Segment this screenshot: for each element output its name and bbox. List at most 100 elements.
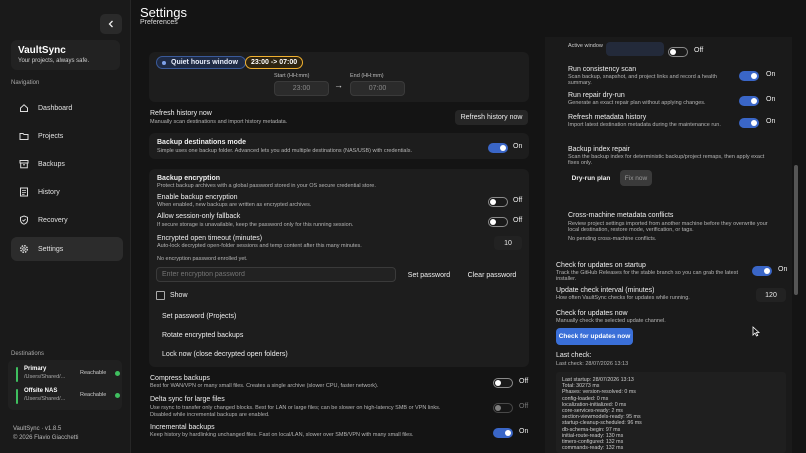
session-fallback-toggle[interactable] xyxy=(488,217,508,227)
version-info: VaultSync · v1.8.5 © 2026 Flavio Giacche… xyxy=(13,425,78,443)
quiet-hours-badge: 23:00 -> 07:00 xyxy=(245,56,304,69)
toggle-knob xyxy=(495,380,501,386)
gear-icon xyxy=(19,244,29,254)
destination-path: /Users/Shared/... xyxy=(24,374,66,380)
brand-card: VaultSync Your projects, always safe. xyxy=(11,40,120,70)
toggle-knob xyxy=(764,268,770,274)
compress-toggle[interactable] xyxy=(493,378,513,388)
arrow-right-icon: → xyxy=(334,80,343,90)
incremental-desc: Keep history by hardlinking unchanged fi… xyxy=(150,432,414,438)
destinations-list: Primary /Users/Shared/... Reachable Offs… xyxy=(8,360,122,410)
last-check-label: Last check: xyxy=(556,352,592,359)
timeout-input[interactable]: 10 xyxy=(494,236,522,250)
update-interval-desc: How often VaultSync checks for updates w… xyxy=(556,295,690,301)
copyright-text: © 2026 Flavio Giacchetti xyxy=(13,435,79,441)
encryption-label: Backup encryption xyxy=(157,175,221,182)
collapse-sidebar-button[interactable] xyxy=(100,14,122,34)
updates-startup-state: On xyxy=(778,266,788,273)
dry-run-plan-button[interactable]: Dry-run plan xyxy=(568,170,614,186)
enable-encryption-label: Enable backup encryption xyxy=(157,194,238,201)
consistency-scan-desc-2: summary. xyxy=(568,80,592,86)
chip-dot xyxy=(162,61,166,65)
updates-startup-desc-2: installer. xyxy=(556,276,577,282)
incremental-label: Incremental backups xyxy=(150,424,215,431)
end-time-label: End (HH:mm) xyxy=(350,73,384,79)
clear-password-button[interactable]: Clear password xyxy=(463,268,521,282)
delta-sync-toggle[interactable] xyxy=(493,403,513,413)
active-window-state: Off xyxy=(694,47,704,54)
toggle-knob xyxy=(505,430,511,436)
archive-icon xyxy=(19,159,29,169)
updates-startup-desc: Track the GitHub Releases for the stable… xyxy=(556,270,739,276)
delta-sync-note: Disabled while incremental backups are e… xyxy=(150,412,270,418)
status-dot xyxy=(115,393,120,398)
destination-name: Primary xyxy=(24,366,47,372)
backup-mode-toggle[interactable] xyxy=(488,143,508,153)
show-password-checkbox[interactable] xyxy=(156,291,165,300)
sidebar-item-dashboard[interactable]: Dashboard xyxy=(11,96,123,120)
last-check-value: Last check: 28/07/2026 13:13 xyxy=(556,361,629,367)
enable-encryption-desc: When enabled, new backups are written as… xyxy=(157,202,312,208)
set-password-button[interactable]: Set password xyxy=(402,268,456,282)
check-updates-button[interactable]: Check for updates now xyxy=(556,328,633,345)
refresh-metadata-label: Refresh metadata history xyxy=(568,114,647,121)
sidebar-item-label: Recovery xyxy=(38,216,68,224)
refresh-metadata-toggle[interactable] xyxy=(739,118,759,128)
sidebar-item-label: History xyxy=(38,188,60,196)
consistency-scan-state: On xyxy=(766,71,776,78)
sidebar-item-label: Settings xyxy=(38,245,64,253)
quiet-hours-chip[interactable]: Quiet hours window xyxy=(156,56,246,69)
toggle-knob xyxy=(490,219,496,225)
end-time-input[interactable]: 07:00 xyxy=(350,81,405,96)
sidebar-item-recovery[interactable]: Recovery xyxy=(11,208,123,232)
app-name: VaultSync xyxy=(18,45,66,56)
destination-status: Reachable xyxy=(80,392,107,398)
session-fallback-desc: If secure storage is unavailable, keep t… xyxy=(157,222,354,228)
encryption-desc: Protect backup archives with a global pa… xyxy=(157,183,376,189)
refresh-metadata-state: On xyxy=(766,118,776,125)
compress-label: Compress backups xyxy=(150,375,210,382)
destination-path: /Users/Shared/... xyxy=(24,396,66,402)
delta-sync-label: Delta sync for large files xyxy=(150,396,225,403)
updates-startup-toggle[interactable] xyxy=(752,266,772,276)
right-scrollbar[interactable] xyxy=(794,165,798,295)
active-window-toggle[interactable] xyxy=(668,47,688,57)
sidebar-item-label: Projects xyxy=(38,132,64,140)
nav-section-label: Navigation xyxy=(11,80,40,86)
delta-sync-state: Off xyxy=(519,403,529,410)
sidebar-item-projects[interactable]: Projects xyxy=(11,124,123,148)
status-bar xyxy=(16,389,18,404)
update-interval-input[interactable]: 120 xyxy=(756,288,786,302)
app-tagline: Your projects, always safe. xyxy=(18,58,90,64)
conflicts-label: Cross-machine metadata conflicts xyxy=(568,212,674,219)
status-bar xyxy=(16,367,18,382)
fix-now-button[interactable]: Fix now xyxy=(620,170,652,186)
refresh-history-button[interactable]: Refresh history now xyxy=(455,110,528,125)
start-time-input[interactable]: 23:00 xyxy=(274,81,329,96)
start-time-label: Start (HH:mm) xyxy=(274,73,310,79)
destinations-label: Destinations xyxy=(11,351,45,357)
sidebar-item-settings[interactable]: Settings xyxy=(11,237,123,261)
sidebar-item-backups[interactable]: Backups xyxy=(11,152,123,176)
refresh-history-desc: Manually scan destinations and import hi… xyxy=(150,119,288,125)
sidebar-item-history[interactable]: History xyxy=(11,180,123,204)
destination-offsite-nas[interactable]: Offsite NAS /Users/Shared/... Reachable xyxy=(16,388,120,406)
lock-now-button[interactable]: Lock now (close decrypted open folders) xyxy=(157,347,293,361)
startup-log: Last startup: 28/07/2026 13:13 Total: 30… xyxy=(556,372,786,453)
encryption-password-input[interactable] xyxy=(156,267,396,282)
cursor-icon xyxy=(752,326,760,337)
rotate-encrypted-backups-button[interactable]: Rotate encrypted backups xyxy=(157,328,248,342)
enable-encryption-toggle[interactable] xyxy=(488,197,508,207)
timeout-desc: Auto-lock decrypted open-folder sessions… xyxy=(157,243,362,249)
incremental-toggle[interactable] xyxy=(493,428,513,438)
destination-primary[interactable]: Primary /Users/Shared/... Reachable xyxy=(16,366,120,384)
set-password-projects-button[interactable]: Set password (Projects) xyxy=(157,309,241,323)
index-repair-desc: Scan the backup index for deterministic … xyxy=(568,154,765,160)
consistency-scan-toggle[interactable] xyxy=(739,71,759,81)
backup-mode-card xyxy=(149,133,529,159)
repair-dry-run-toggle[interactable] xyxy=(739,96,759,106)
page-subtitle: Preferences xyxy=(140,19,178,26)
active-window-select[interactable] xyxy=(606,42,664,56)
version-text: VaultSync · v1.8.5 xyxy=(13,426,62,432)
sidebar: VaultSync Your projects, always safe. Na… xyxy=(0,0,131,453)
